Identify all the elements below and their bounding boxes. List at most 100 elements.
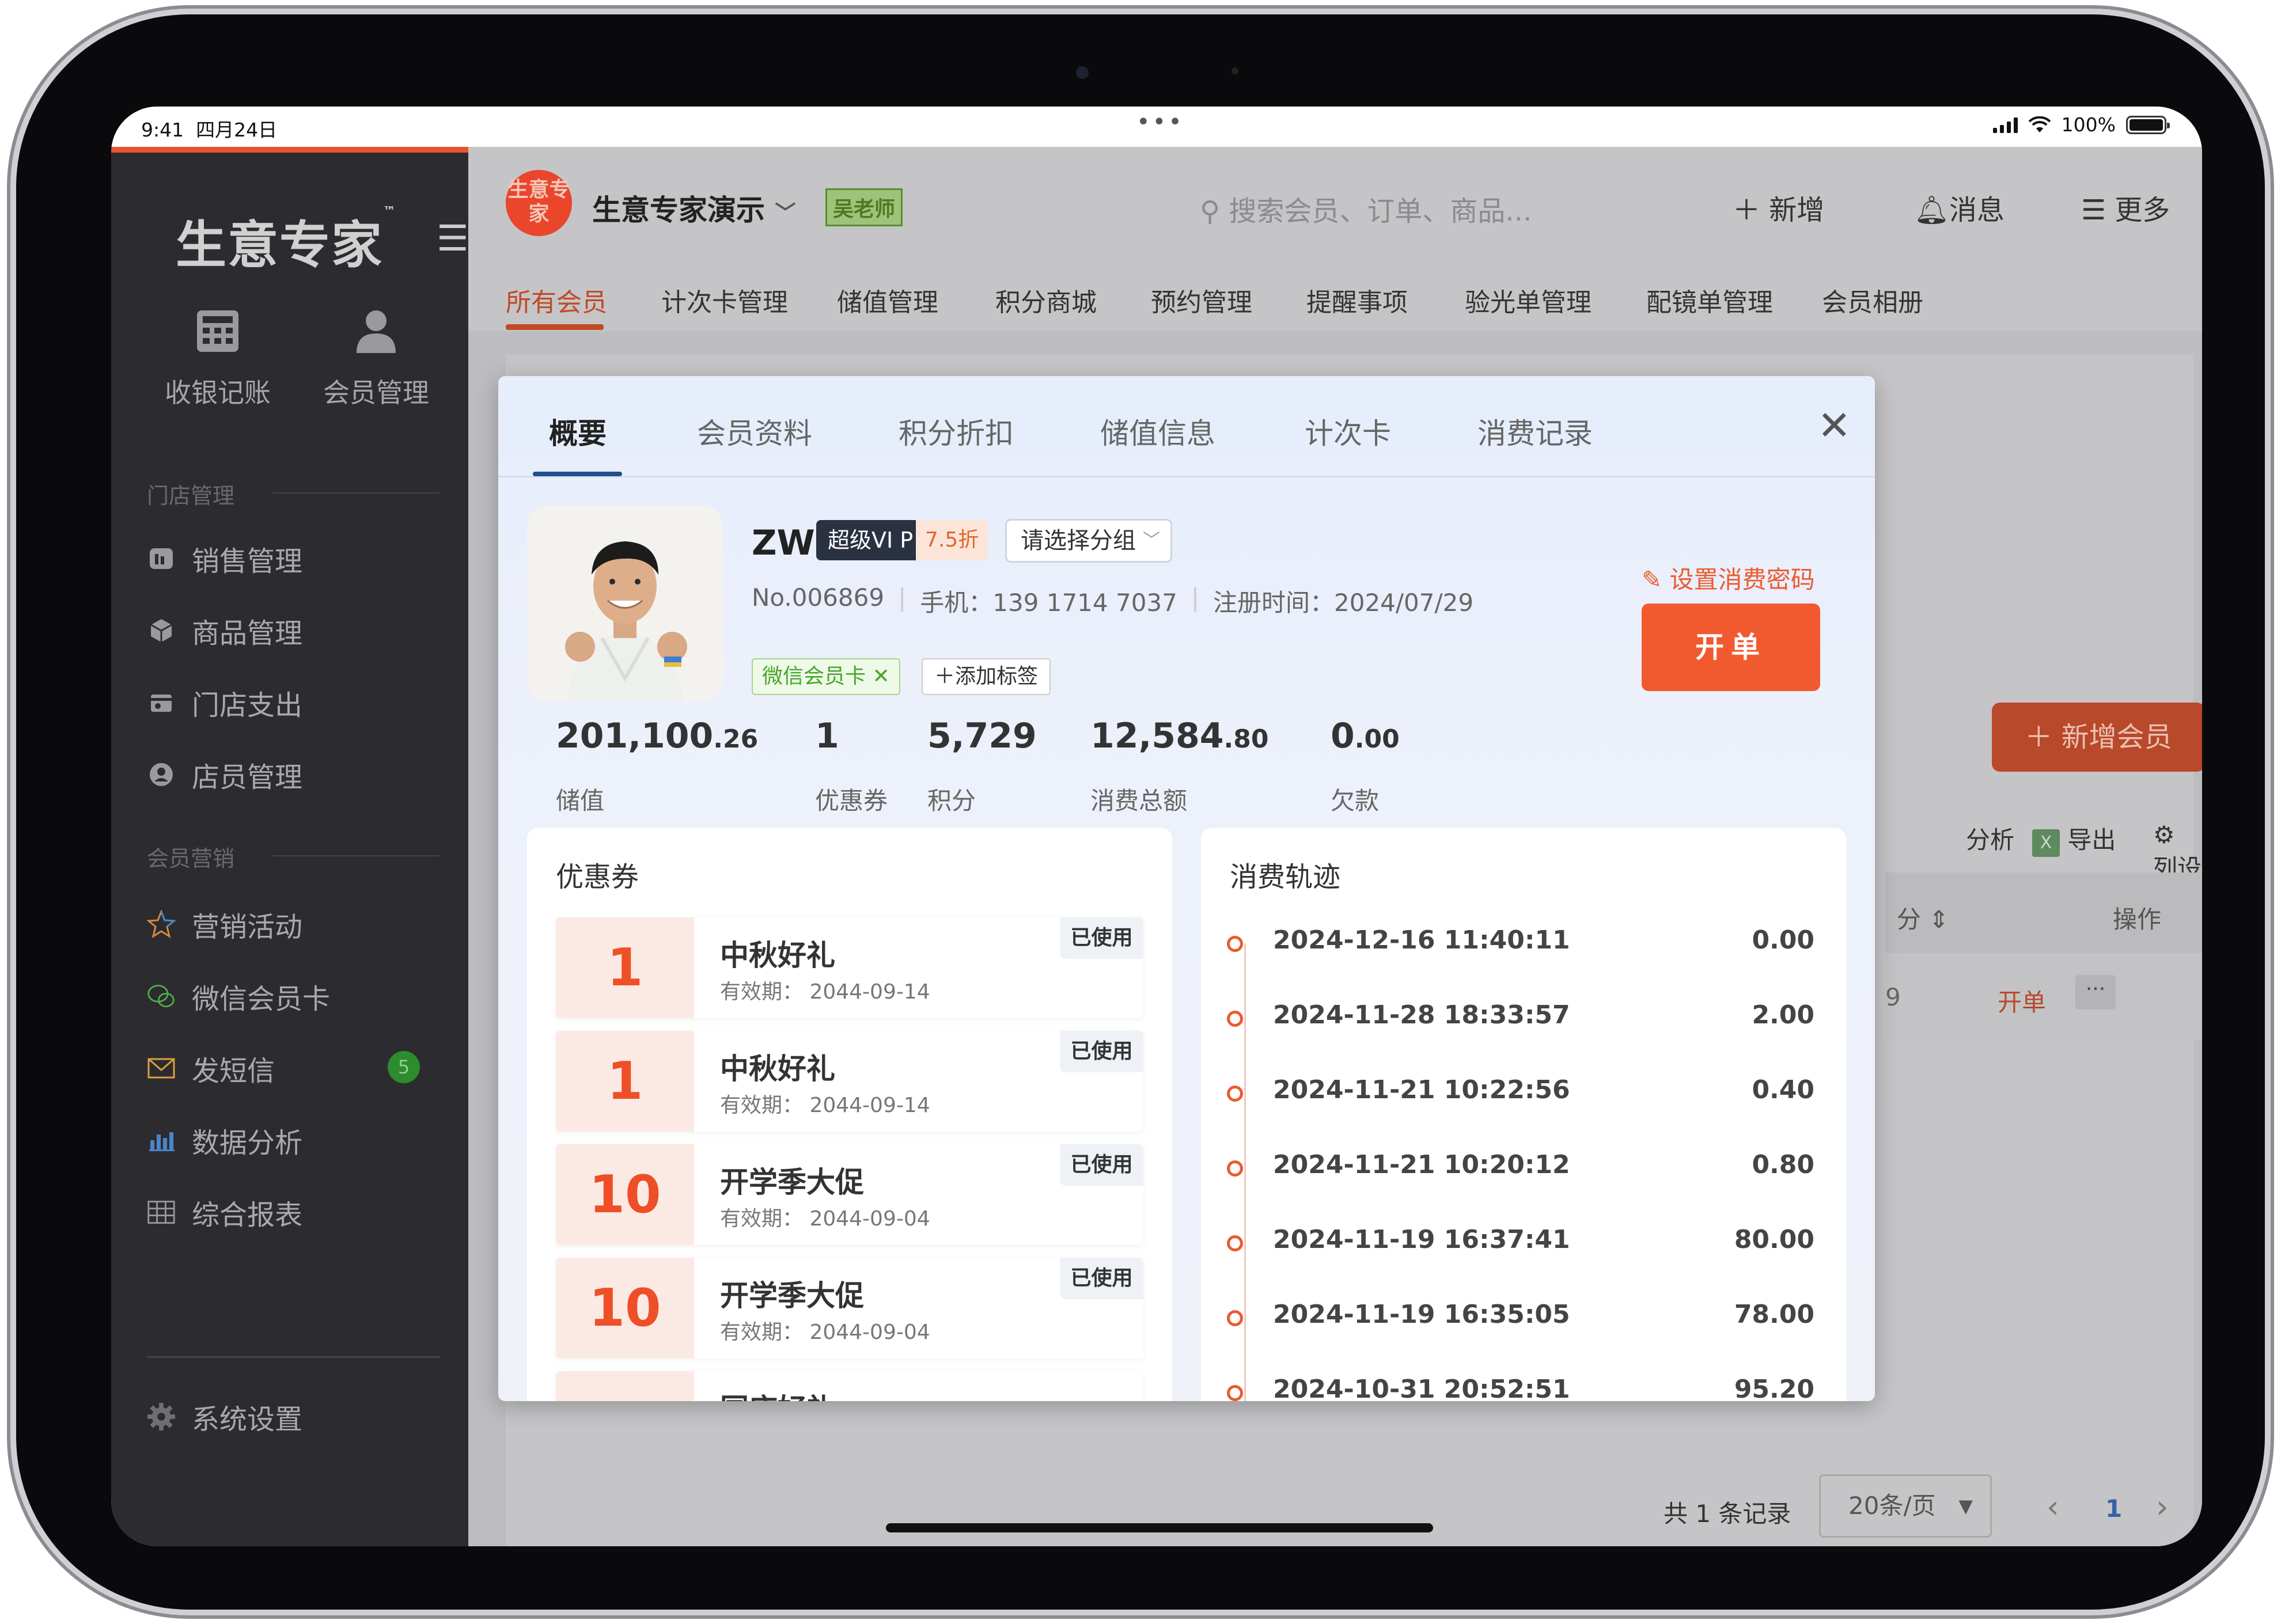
- add-label: 新增: [1769, 194, 1825, 226]
- trail-time: 2024-12-16 11:40:11: [1273, 925, 1570, 955]
- tab-member-album[interactable]: 会员相册: [1822, 282, 1923, 318]
- tab-points-discount[interactable]: 积分折扣: [899, 411, 1014, 452]
- prev-page-button[interactable]: ‹: [2047, 1489, 2059, 1525]
- multitask-dots-icon[interactable]: •••: [1136, 109, 1184, 135]
- tab-stored-value[interactable]: 储值管理: [837, 282, 938, 318]
- stat-value: 201,100: [556, 716, 714, 756]
- next-page-button[interactable]: ›: [2156, 1489, 2169, 1525]
- consumption-trail-panel: 消费轨迹 2024-12-16 11:40:11 0.00 2024-11-28 …: [1201, 828, 1846, 1401]
- trail-title: 消费轨迹: [1230, 861, 1341, 893]
- set-password-link[interactable]: ✎ 设置消费密码: [1642, 560, 1815, 595]
- quick-cashier-label: 收银记账: [165, 377, 271, 408]
- sidebar-item-settings[interactable]: 系统设置: [147, 1397, 302, 1437]
- sort-column-label: 分: [1897, 905, 1922, 934]
- quick-cashier[interactable]: 收银记账: [143, 308, 293, 410]
- trail-amount: 0.40: [1752, 1075, 1814, 1105]
- tab-count-card[interactable]: 计次卡管理: [661, 282, 788, 318]
- tab-stored-info[interactable]: 储值信息: [1100, 411, 1215, 452]
- tag-label: 微信会员卡: [762, 665, 866, 688]
- tab-member-profile[interactable]: 会员资料: [697, 411, 812, 452]
- stat-total-spend: 12,584.80 消费总额: [1090, 716, 1269, 817]
- tab-glasses-orders[interactable]: 配镜单管理: [1646, 282, 1773, 318]
- trail-item[interactable]: 2024-11-21 10:20:12 0.80: [1227, 1148, 1814, 1194]
- box-icon: [147, 616, 176, 645]
- trail-item[interactable]: 2024-12-16 11:40:11 0.00: [1227, 923, 1814, 969]
- sms-count-badge: 5: [388, 1051, 420, 1083]
- coupon-card[interactable]: 10 开学季大促 有效期： 2044-09-04 已使用: [556, 1258, 1143, 1359]
- modal-tabs: 概要 会员资料 积分折扣 储值信息 计次卡 消费记录 ✕: [498, 376, 1875, 477]
- staff-icon: [147, 760, 176, 789]
- group-select[interactable]: 请选择分组 ﹀: [1005, 519, 1172, 563]
- page-size-select[interactable]: 20条/页 ▼: [1819, 1474, 1992, 1538]
- coupon-card[interactable]: 国庆好礼: [556, 1371, 1143, 1401]
- sidebar-item-goods[interactable]: 商品管理: [147, 610, 302, 651]
- sidebar-item-expense[interactable]: 门店支出: [147, 682, 302, 723]
- trail-item[interactable]: 2024-10-31 20:52:51 95.20: [1227, 1372, 1814, 1401]
- page-number[interactable]: 1: [2105, 1494, 2122, 1523]
- active-tab-indicator: [533, 472, 622, 476]
- search-icon: ⚲: [1200, 195, 1221, 227]
- sidebar-item-sales[interactable]: 销售管理: [147, 538, 302, 579]
- timeline-dot-icon: [1227, 1385, 1243, 1401]
- messages-button[interactable]: 🔔︎消息: [1914, 187, 2005, 227]
- sidebar-item-label: 营销活动: [192, 911, 303, 943]
- trail-time: 2024-11-21 10:22:56: [1273, 1075, 1570, 1105]
- trail-item[interactable]: 2024-11-19 16:35:05 78.00: [1227, 1297, 1814, 1344]
- remove-tag-icon[interactable]: ✕: [872, 665, 889, 688]
- new-member-button[interactable]: ＋ 新增会员: [1992, 703, 2202, 772]
- add-button[interactable]: ＋ 新增: [1733, 187, 1824, 227]
- more-button[interactable]: ☰ 更多: [2081, 187, 2170, 227]
- trail-item[interactable]: 2024-11-19 16:37:41 80.00: [1227, 1223, 1814, 1269]
- separator: |: [1191, 583, 1200, 612]
- page-size-value: 20条/页: [1848, 1492, 1936, 1520]
- trail-time: 2024-11-19 16:37:41: [1273, 1225, 1570, 1254]
- trail-item[interactable]: 2024-11-21 10:22:56 0.40: [1227, 1073, 1814, 1119]
- sidebar-item-label: 门店支出: [192, 689, 303, 722]
- close-icon[interactable]: ✕: [1817, 402, 1851, 449]
- tab-optometry[interactable]: 验光单管理: [1465, 282, 1592, 318]
- gear-icon: ⚙: [2153, 821, 2175, 849]
- tab-consumption-records[interactable]: 消费记录: [1477, 411, 1593, 452]
- tab-all-members[interactable]: 所有会员: [506, 282, 607, 318]
- add-tag-button[interactable]: ＋添加标签: [922, 658, 1051, 695]
- collapse-menu-icon[interactable]: ☰: [437, 217, 469, 259]
- sidebar-item-reports[interactable]: 综合报表: [147, 1192, 302, 1232]
- open-order-button[interactable]: 开单: [1642, 604, 1820, 691]
- tab-count-card[interactable]: 计次卡: [1305, 411, 1391, 452]
- search-input[interactable]: ⚲ 搜索会员、订单、商品...: [1200, 188, 1532, 229]
- register-time: 注册时间：2024/07/29: [1213, 589, 1474, 617]
- stat-value: 1: [815, 716, 839, 756]
- tab-overview[interactable]: 概要: [549, 411, 607, 452]
- coupon-value: [556, 1371, 694, 1401]
- tab-reminders[interactable]: 提醒事项: [1306, 282, 1408, 318]
- row-open-order-link[interactable]: 开单: [1998, 983, 2046, 1018]
- home-indicator[interactable]: [886, 1523, 1433, 1532]
- date-text: 四月24日: [196, 119, 278, 141]
- tab-points-mall[interactable]: 积分商城: [995, 282, 1097, 318]
- sidebar-item-label: 数据分析: [192, 1127, 303, 1159]
- sort-column-header[interactable]: 分 ⇕: [1897, 900, 1949, 935]
- coupons-title: 优惠券: [556, 861, 639, 893]
- stat-coupons[interactable]: 1 优惠券: [815, 716, 888, 817]
- sidebar-item-analytics[interactable]: 数据分析: [147, 1120, 302, 1160]
- export-button[interactable]: X 导出: [2032, 821, 2116, 857]
- calculator-icon: [197, 310, 238, 352]
- divider: [272, 492, 439, 494]
- sidebar-item-staff[interactable]: 店员管理: [147, 754, 302, 795]
- sidebar-item-wechat-card[interactable]: 微信会员卡: [147, 976, 330, 1016]
- analysis-button[interactable]: 分析: [1966, 821, 2014, 856]
- sidebar-item-campaign[interactable]: 营销活动: [147, 904, 302, 944]
- trail-item[interactable]: 2024-11-28 18:33:57 2.00: [1227, 998, 1814, 1044]
- row-more-button[interactable]: ···: [2075, 975, 2116, 1010]
- sidebar-item-sms[interactable]: 发短信: [147, 1048, 275, 1088]
- trail-time: 2024-11-21 10:20:12: [1273, 1150, 1570, 1179]
- section-title-store: 门店管理: [147, 483, 235, 509]
- coupon-name: 中秋好礼: [720, 939, 835, 972]
- coupon-card[interactable]: 1 中秋好礼 有效期： 2044-09-14 已使用: [556, 917, 1143, 1018]
- timeline-dot-icon: [1227, 1011, 1243, 1027]
- tab-appointments[interactable]: 预约管理: [1151, 282, 1252, 318]
- shop-selector[interactable]: 生意专家演示 ﹀: [592, 187, 795, 229]
- coupon-card[interactable]: 1 中秋好礼 有效期： 2044-09-14 已使用: [556, 1031, 1143, 1132]
- quick-members[interactable]: 会员管理: [301, 308, 451, 410]
- coupon-card[interactable]: 10 开学季大促 有效期： 2044-09-04 已使用: [556, 1144, 1143, 1245]
